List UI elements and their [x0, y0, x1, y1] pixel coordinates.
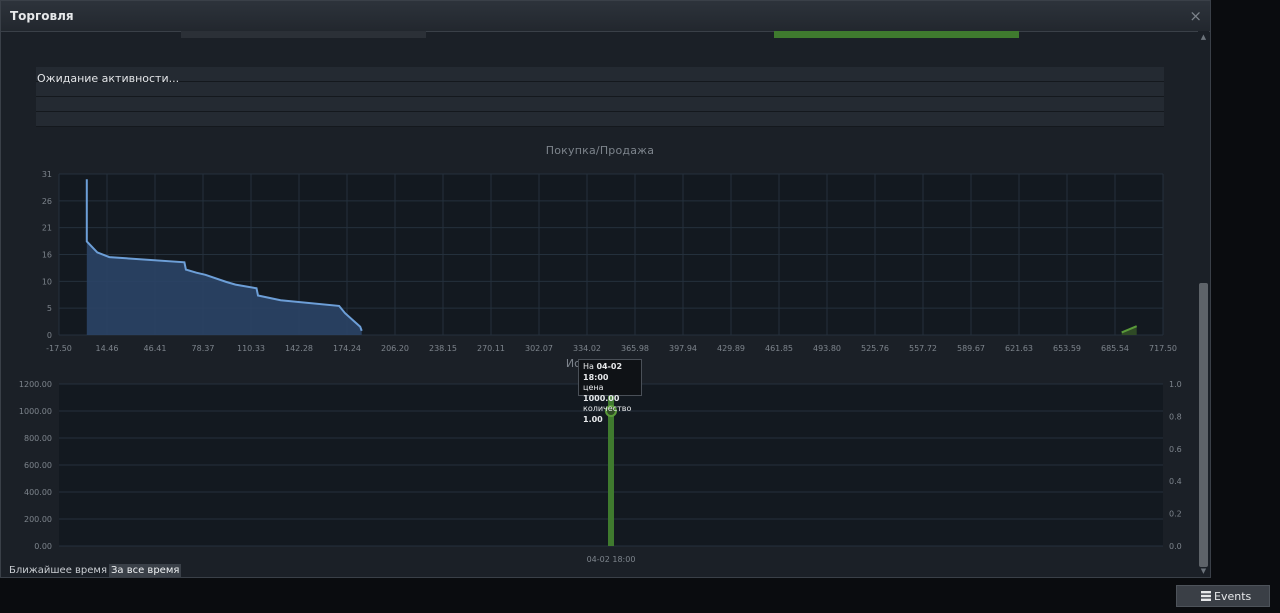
vertical-scrollbar[interactable]: ▲ ▼	[1198, 31, 1209, 577]
y-tick-label: 200.00	[24, 515, 52, 524]
y-tick-label: 400.00	[24, 488, 52, 497]
y-tick-label: 16	[42, 251, 52, 260]
close-icon[interactable]: ×	[1189, 7, 1202, 25]
y-tick-label: 26	[42, 197, 52, 206]
buy-sell-chart-title: Покупка/Продажа	[545, 144, 655, 157]
y-tick-label: 21	[42, 224, 52, 233]
events-button[interactable]: Events	[1176, 585, 1270, 607]
y-tick-label: 600.00	[24, 461, 52, 470]
y-tick-label: 800.00	[24, 434, 52, 443]
y-tick-label: 31	[42, 170, 52, 179]
y-tick-label: 5	[47, 304, 52, 313]
y2-tick-label: 0.2	[1169, 510, 1182, 519]
top-tab-right[interactable]	[774, 31, 1019, 38]
y2-tick-label: 1.0	[1169, 380, 1182, 389]
list-icon	[1201, 591, 1211, 601]
top-tab-left[interactable]	[181, 31, 426, 38]
buy-sell-chart: -17.50 14.46 46.41 78.37 110.33 142.28 174.24 2…	[42, 170, 1177, 353]
y-tick-label: 1000.00	[19, 407, 52, 416]
activity-row: Ожидание активности...	[36, 67, 1164, 85]
x-tick-label: 04-02 18:00	[587, 555, 636, 564]
y2-tick-label: 0.8	[1169, 412, 1182, 421]
y-tick-label: 0.00	[34, 542, 52, 551]
y2-tick-label: 0.0	[1169, 542, 1182, 551]
activity-row	[36, 112, 1164, 127]
tab-nearest-time[interactable]: Ближайшее время	[7, 564, 109, 577]
scroll-down-arrow-icon[interactable]: ▼	[1198, 567, 1209, 575]
window-title: Торговля	[10, 9, 74, 23]
events-button-label: Events	[1214, 590, 1252, 603]
scroll-up-arrow-icon[interactable]: ▲	[1198, 33, 1209, 41]
history-tooltip: На 04-02 18:00 цена 1000.00 количество 1…	[578, 359, 642, 424]
activity-status: Ожидание активности...	[37, 72, 180, 85]
time-range-tabs: Ближайшее время За все время	[7, 564, 182, 579]
y2-tick-label: 0.4	[1169, 477, 1182, 486]
activity-row	[36, 82, 1164, 97]
scrollbar-thumb[interactable]	[1199, 283, 1208, 567]
activity-row	[36, 97, 1164, 112]
activity-list: Ожидание активности...	[36, 67, 1164, 127]
y2-tick-label: 0.6	[1169, 445, 1182, 454]
y-tick-label: 10	[42, 277, 52, 286]
y-tick-label: 1200.00	[19, 380, 52, 389]
y-tick-label: 0	[47, 331, 52, 340]
window-titlebar[interactable]: Торговля ×	[1, 1, 1210, 32]
tab-all-time[interactable]: За все время	[108, 564, 182, 577]
